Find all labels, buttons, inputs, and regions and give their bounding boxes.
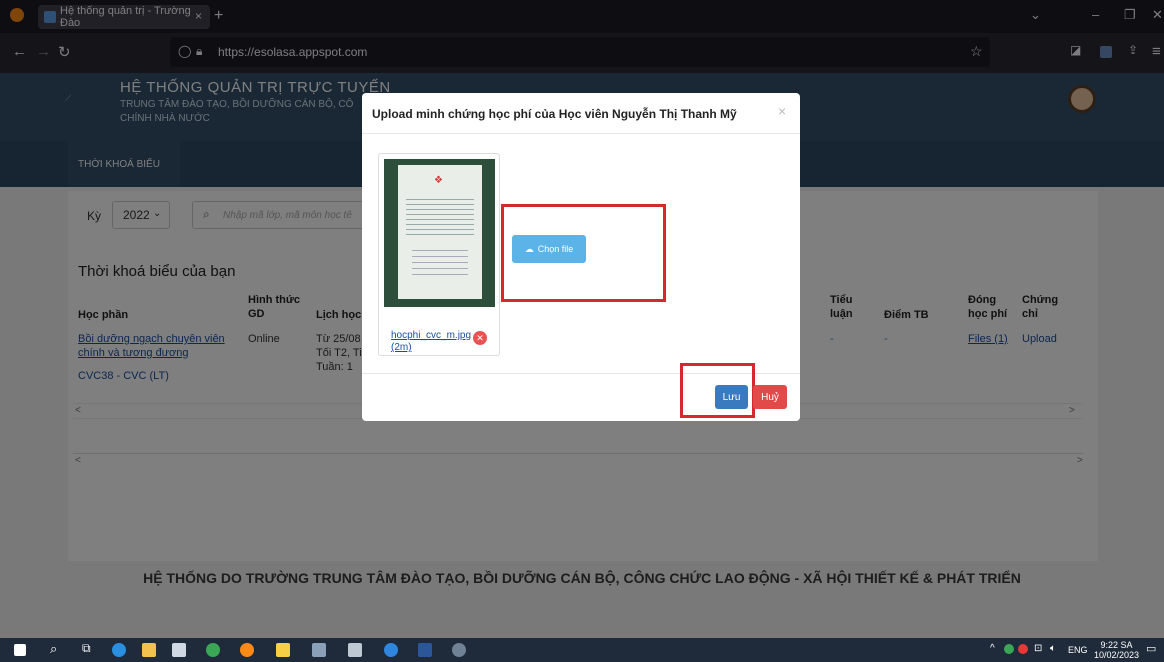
network-app-icon[interactable] xyxy=(348,643,362,657)
store-icon[interactable] xyxy=(172,643,186,657)
cloud-upload-icon: ☁ xyxy=(524,243,534,254)
receipt-paper: ❖ xyxy=(398,165,482,299)
save-button[interactable]: Lưu xyxy=(715,385,748,409)
network-icon[interactable]: ⊡ xyxy=(1034,643,1042,654)
tray-app-icon-2[interactable] xyxy=(1018,644,1028,654)
start-icon[interactable] xyxy=(14,644,26,656)
word-icon[interactable] xyxy=(418,643,432,657)
upload-modal: Upload minh chứng học phí của Học viên N… xyxy=(362,93,800,421)
edge-icon[interactable] xyxy=(112,643,126,657)
zalo-icon[interactable] xyxy=(384,643,398,657)
language-indicator[interactable]: ENG xyxy=(1068,645,1088,655)
file-size: (2m) xyxy=(391,342,412,353)
modal-divider-top xyxy=(362,133,800,134)
clock-date: 10/02/2023 xyxy=(1094,650,1140,660)
tool-icon[interactable] xyxy=(452,643,466,657)
receipt-thumbnail[interactable]: ❖ xyxy=(384,159,495,307)
chrome-icon[interactable] xyxy=(206,643,220,657)
explorer-icon[interactable] xyxy=(142,643,156,657)
task-view-icon[interactable]: ⧉ xyxy=(82,641,91,656)
windows-taskbar: ⌕ ⧉ ^ ⊡ 🔈︎ ENG 9:22 SA 10/02/2023 ▭ xyxy=(0,638,1164,662)
uploaded-file-card: ❖ hocphi_cvc_m.jpg (2m) ✕ xyxy=(378,153,500,356)
receipt-lines-2 xyxy=(412,245,468,275)
volume-icon[interactable]: 🔈︎ xyxy=(1050,643,1056,654)
file-name-link[interactable]: hocphi_cvc_m.jpg (2m) xyxy=(391,330,471,354)
tray-app-icon-1[interactable] xyxy=(1004,644,1014,654)
notification-icon[interactable]: ▭ xyxy=(1146,642,1156,655)
calculator-icon[interactable] xyxy=(312,643,326,657)
choose-file-button[interactable]: ☁ Chọn file xyxy=(512,235,586,263)
file-name: hocphi_cvc_m.jpg xyxy=(391,330,472,341)
remove-file-icon[interactable]: ✕ xyxy=(473,331,487,345)
receipt-logo-icon: ❖ xyxy=(434,175,443,186)
paint-icon[interactable] xyxy=(276,643,290,657)
system-clock[interactable]: 9:22 SA 10/02/2023 xyxy=(1094,640,1139,660)
cancel-button[interactable]: Huỷ xyxy=(753,385,787,409)
tray-chevron-icon[interactable]: ^ xyxy=(990,643,995,654)
firefox-taskbar-icon[interactable] xyxy=(240,643,254,657)
modal-close-icon[interactable]: × xyxy=(778,103,786,119)
search-taskbar-icon[interactable]: ⌕ xyxy=(50,641,57,657)
choose-file-label: Chọn file xyxy=(537,244,574,254)
modal-title: Upload minh chứng học phí của Học viên N… xyxy=(372,107,737,121)
clock-time: 9:22 SA xyxy=(1100,640,1133,650)
receipt-lines xyxy=(406,195,474,235)
